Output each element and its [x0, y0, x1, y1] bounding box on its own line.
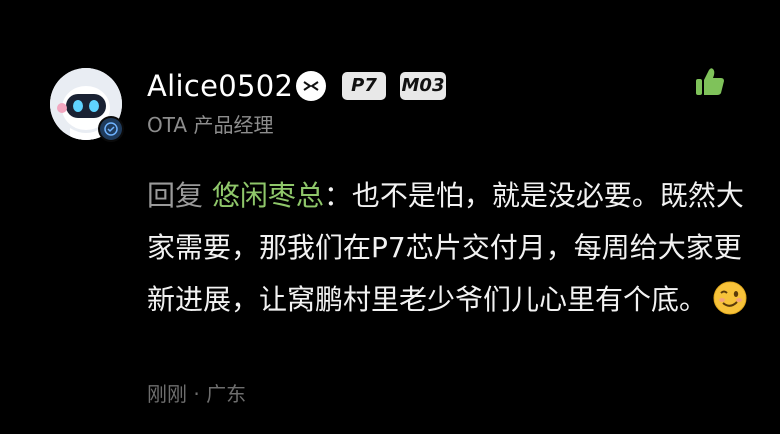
like-button[interactable] — [694, 66, 726, 98]
user-title: OTA 产品经理 — [147, 113, 274, 137]
verified-badge-icon — [98, 116, 124, 142]
timestamp: 刚刚 — [147, 382, 187, 406]
car-tag-p7: P7 — [342, 72, 386, 100]
comment-body: 回复 悠闲枣总：也不是怕，就是没必要。既然大家需要，那我们在P7芯片交付月，每周… — [147, 170, 747, 326]
thumbs-up-icon — [696, 68, 724, 95]
winking-face-icon — [713, 280, 747, 315]
car-tag-m03: M03 — [400, 72, 446, 100]
username[interactable]: Alice0502 — [147, 66, 293, 106]
xpeng-logo-icon — [296, 71, 326, 101]
reply-prefix: 回复 — [147, 179, 212, 212]
meta-separator: · — [187, 382, 207, 406]
reply-to-user[interactable]: 悠闲枣总 — [212, 179, 324, 212]
comment-meta: 刚刚 · 广东 — [147, 380, 246, 408]
comment-card: Alice0502 P7 M03 OTA 产品经理 回复 悠闲枣总：也不是怕，就… — [0, 0, 780, 434]
location: 广东 — [206, 382, 247, 406]
